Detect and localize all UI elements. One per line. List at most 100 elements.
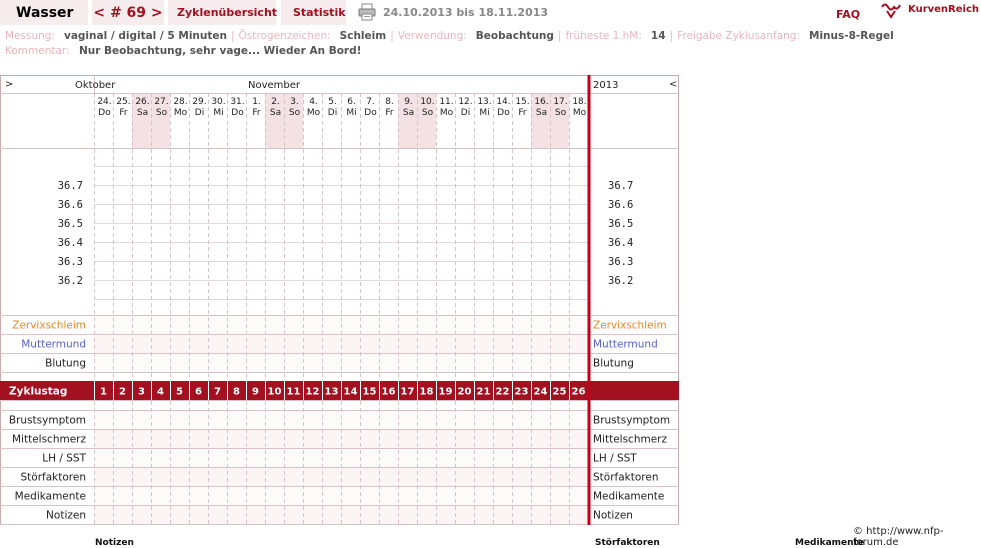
day-weekday-label: Mo [174, 108, 188, 118]
day-date-label: 7. [366, 97, 375, 107]
row-label-right: Blutung [593, 358, 634, 370]
cycle-day-number: 16 [382, 387, 396, 398]
day-weekday-label: Mo [573, 108, 587, 118]
info-label: Messung: [5, 30, 55, 42]
info-separator: | [669, 30, 674, 42]
cycle-day-number: 6 [195, 387, 202, 398]
temp-label-left: 36.2 [58, 275, 83, 287]
temp-label-left: 36.5 [58, 218, 83, 230]
row-label-right: LH / SST [593, 453, 637, 465]
cycle-day-number: 17 [401, 387, 415, 398]
cycle-day-number: 22 [496, 387, 510, 398]
copyright-text: © http://www.nfp-forum.de [853, 526, 944, 548]
day-weekday-label: Sa [270, 108, 281, 118]
day-weekday-label: Fr [252, 108, 261, 118]
temp-label-left: 36.4 [58, 237, 83, 249]
temp-label-right: 36.2 [608, 275, 633, 287]
day-date-label: 3. [290, 97, 299, 107]
comment-value: Nur Beobachtung, sehr vage... Wieder An … [78, 45, 362, 57]
day-date-label: 6. [347, 97, 356, 107]
temp-label-right: 36.3 [608, 256, 633, 268]
comment-row: Kommentar: Nur Beobachtung, sehr vage...… [5, 45, 361, 57]
cycle-day-number: 13 [325, 387, 339, 398]
row-label-left: Zervixschleim [12, 320, 86, 332]
day-date-label: 30. [211, 97, 225, 107]
day-date-label: 12. [458, 97, 472, 107]
temp-label-left: 36.6 [58, 199, 83, 211]
cycle-day-number: 9 [252, 387, 259, 398]
row-label-right: Störfaktoren [593, 472, 658, 484]
comment-label: Kommentar: [5, 45, 70, 57]
cycle-day-number: 5 [176, 387, 183, 398]
day-weekday-label: Di [328, 108, 337, 118]
day-weekday-label: Fr [119, 108, 128, 118]
day-date-label: 13. [477, 97, 491, 107]
cycle-nav[interactable]: < # 69 > [92, 0, 164, 25]
day-date-label: 16. [534, 97, 548, 107]
row-label-left: Muttermund [21, 339, 86, 351]
day-date-label: 4. [309, 97, 318, 107]
info-label: Östrogenzeichen: [238, 30, 331, 42]
month-label: Oktober [75, 80, 116, 91]
cycle-day-number: 21 [477, 387, 491, 398]
cycle-day-number: 20 [458, 387, 472, 398]
day-weekday-label: So [422, 108, 434, 118]
day-weekday-label: Mi [346, 108, 356, 118]
info-value: 14 [650, 30, 666, 42]
footer-label-disturbances: Störfaktoren [595, 538, 660, 548]
printer-icon[interactable] [358, 3, 376, 21]
year-label: 2013 [593, 80, 618, 91]
footer-label-notes: Notizen [95, 538, 134, 548]
day-date-label: 25. [116, 97, 130, 107]
temp-label-right: 36.5 [608, 218, 633, 230]
row-label-right: Brustsymptom [593, 415, 670, 427]
cycle-day-number: 2 [119, 387, 126, 398]
cycle-day-number: 7 [214, 387, 221, 398]
temp-label-left: 36.7 [58, 180, 83, 192]
row-label-right: Zervixschleim [593, 320, 667, 332]
day-date-label: 31. [230, 97, 244, 107]
day-weekday-label: So [289, 108, 301, 118]
day-date-label: 2. [271, 97, 280, 107]
day-weekday-label: Di [461, 108, 470, 118]
day-weekday-label: Mi [479, 108, 489, 118]
cycle-day-number: 14 [344, 387, 358, 398]
day-date-label: 14. [496, 97, 510, 107]
row-bg [94, 411, 588, 429]
info-separator: | [390, 30, 394, 42]
day-weekday-label: Sa [137, 108, 148, 118]
info-value: vaginal / digital / 5 Minuten [63, 30, 227, 42]
cycle-day-number: 10 [268, 387, 282, 398]
measurement-info-row: Messung: vaginal / digital / 5 Minuten | Ös… [5, 30, 894, 42]
temp-label-right: 36.6 [608, 199, 633, 211]
row-bg [94, 468, 588, 486]
cycle-day-number: 3 [138, 387, 145, 398]
info-separator: | [557, 30, 562, 42]
tab-cycle-overview[interactable]: Zyklenübersicht [168, 0, 277, 25]
date-range: 24.10.2013 bis 18.11.2013 [383, 6, 549, 19]
day-date-label: 26. [135, 97, 149, 107]
row-label-left: Blutung [45, 358, 86, 370]
tab-statistics[interactable]: Statistik [281, 0, 346, 25]
cycle-day-number: 8 [233, 387, 240, 398]
day-date-label: 24. [97, 97, 111, 107]
month-label: November [248, 80, 301, 91]
logo-text: KurvenReich [908, 4, 980, 15]
day-weekday-label: Do [364, 108, 377, 118]
day-date-label: 15. [515, 97, 529, 107]
cycle-day-label: Zyklustag [9, 386, 67, 398]
row-label-left: Notizen [46, 510, 86, 522]
cycle-day-number: 15 [363, 387, 377, 398]
cycle-day-number: 24 [534, 387, 548, 398]
row-label-right: Mittelschmerz [593, 434, 667, 446]
nav-left-arrow: > [5, 79, 13, 90]
day-weekday-label: Fr [385, 108, 394, 118]
day-weekday-label: So [156, 108, 168, 118]
cycle-day-number: 25 [553, 387, 567, 398]
info-label: früheste 1.hM: [565, 30, 642, 42]
faq-link[interactable]: FAQ [836, 8, 860, 21]
day-weekday-label: Do [497, 108, 510, 118]
row-label-left: Medikamente [15, 491, 86, 503]
row-label-left: Brustsymptom [9, 415, 86, 427]
day-date-label: 27. [154, 97, 168, 107]
